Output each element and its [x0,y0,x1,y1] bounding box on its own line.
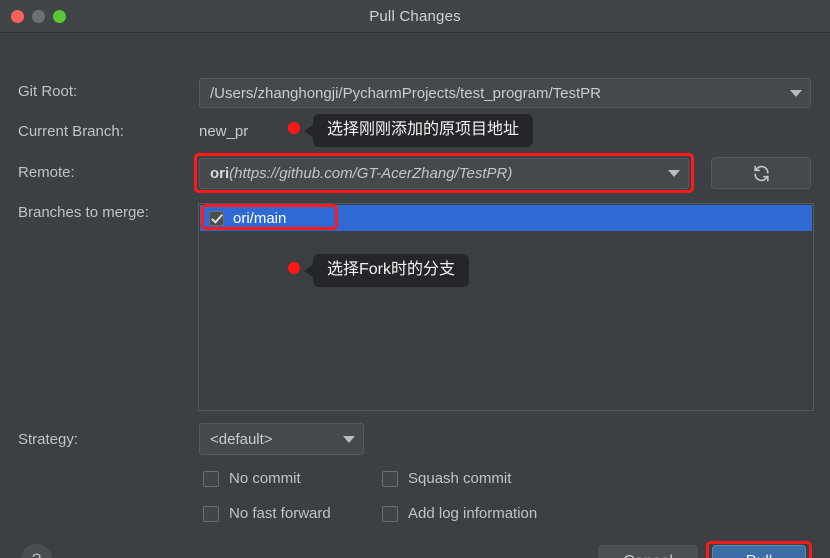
git-root-combobox[interactable]: /Users/zhanghongji/PycharmProjects/test_… [199,78,811,108]
window-controls [11,0,66,32]
pull-changes-dialog: Pull Changes Git Root: /Users/zhanghongj… [0,0,830,558]
strategy-label-wrap: Strategy: [18,431,78,448]
no-fast-forward-checkbox[interactable] [203,505,219,522]
remote-label: Remote: [18,164,75,181]
remote-label-wrap: Remote: [18,164,75,181]
branches-list[interactable]: ori/main [198,203,814,411]
list-item[interactable]: ori/main [200,205,812,231]
add-log-information-checkbox[interactable] [382,505,398,522]
strategy-combobox[interactable]: <default> [199,423,364,455]
chevron-down-icon [668,170,680,177]
refresh-remotes-button[interactable] [711,157,811,189]
git-root-label-wrap: Git Root: [18,83,77,100]
current-branch-value-wrap: new_pr [199,123,248,140]
git-root-label: Git Root: [18,83,78,100]
branches-to-merge-label: Branches to merge: [18,204,149,221]
no-commit-checkbox[interactable] [203,470,219,487]
branch-checkbox[interactable] [209,210,224,226]
cancel-button-label: Cancel [623,553,673,558]
help-icon: ? [32,550,41,558]
remote-name: ori [210,165,230,182]
help-button[interactable]: ? [21,544,52,558]
option-add-log-information[interactable]: Add log information [382,505,537,522]
squash-commit-label: Squash commit [408,470,512,487]
annotation-callout-branch: 选择Fork时的分支 [303,254,470,287]
cancel-button[interactable]: Cancel [598,545,698,558]
option-squash-commit[interactable]: Squash commit [382,470,511,487]
chevron-down-icon [343,435,355,443]
git-root-value: /Users/zhanghongji/PycharmProjects/test_… [210,84,601,102]
strategy-label: Strategy: [18,431,79,448]
no-commit-label: No commit [229,470,301,487]
refresh-icon [753,165,769,181]
annotation-dot [288,122,300,134]
strategy-value: <default> [210,430,273,448]
add-log-information-label: Add log information [408,505,538,522]
maximize-button[interactable] [53,9,66,23]
close-button[interactable] [11,9,24,23]
option-no-fast-forward[interactable]: No fast forward [203,505,331,522]
branch-name: ori/main [233,209,287,227]
current-branch-label-wrap: Current Branch: [18,123,124,140]
minimize-button[interactable] [32,9,45,23]
annotation-callout-remote: 选择刚刚添加的原项目地址 [303,114,534,147]
no-fast-forward-label: No fast forward [229,505,331,522]
current-branch-label: Current Branch: [18,123,124,140]
squash-commit-checkbox[interactable] [382,470,398,487]
pull-button[interactable]: Pull [712,545,806,558]
remote-value: ori(https://github.com/GT-AcerZhang/Test… [210,165,660,182]
chevron-down-icon [790,89,802,97]
pull-button-label: Pull [746,553,773,558]
dialog-content: Git Root: /Users/zhanghongji/PycharmProj… [0,33,830,558]
current-branch-value: new_pr [199,123,249,140]
option-no-commit[interactable]: No commit [203,470,301,487]
branches-label-wrap: Branches to merge: [18,204,149,221]
remote-url: (https://github.com/GT-AcerZhang/TestPR) [229,165,513,182]
window-titlebar: Pull Changes [0,0,830,33]
annotation-dot [288,262,300,274]
window-title: Pull Changes [369,7,461,25]
remote-combobox[interactable]: ori(https://github.com/GT-AcerZhang/Test… [199,158,689,189]
